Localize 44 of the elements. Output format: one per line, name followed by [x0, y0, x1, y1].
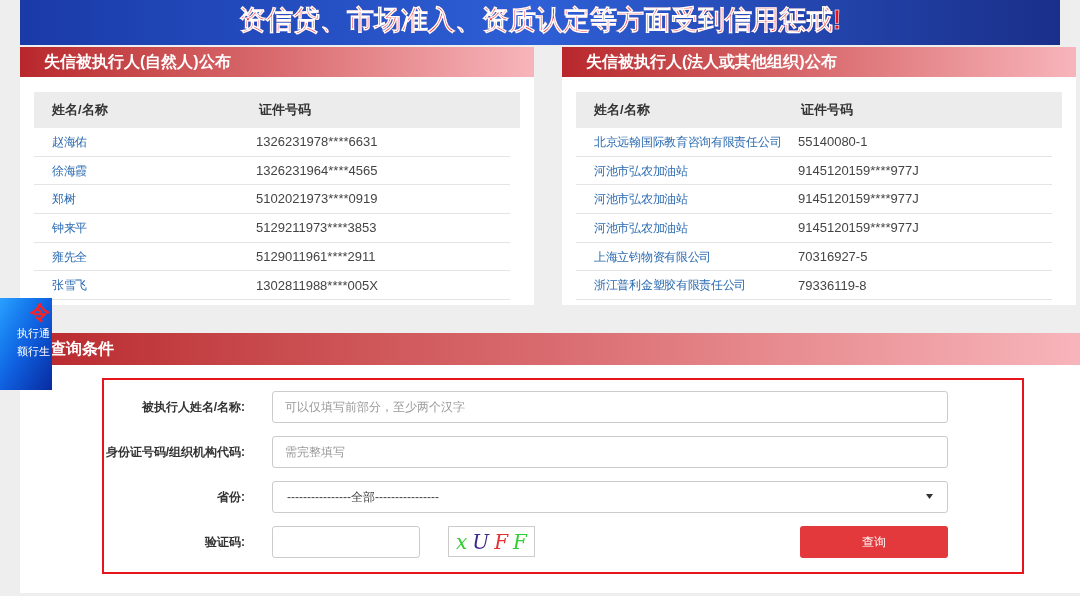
field-label: 身份证号码/组织机构代码:: [104, 443, 246, 461]
ad-text: 令: [30, 300, 50, 324]
name-link[interactable]: 河池市弘农加油站: [576, 190, 798, 209]
dropdown-arrow-icon: [926, 494, 933, 499]
name-link[interactable]: 河池市弘农加油站: [576, 161, 798, 180]
name-link[interactable]: 徐海霞: [34, 161, 256, 180]
column-header: 证件号码: [259, 101, 311, 120]
table-cell-text: 9145120159****977J: [798, 161, 919, 180]
panel-title: 失信被执行人(自然人)公布: [44, 52, 231, 72]
name-link[interactable]: 上海立钧物资有限公司: [576, 247, 798, 266]
field-label: 被执行人姓名/名称:: [140, 398, 246, 416]
name-link[interactable]: 赵海佑: [34, 132, 256, 151]
text-field[interactable]: 可以仅填写前部分，至少两个汉字: [272, 390, 948, 423]
name-link[interactable]: 北京远翰国际教育咨询有限责任公司: [576, 132, 798, 151]
column-header: 证件号码: [801, 101, 853, 120]
field-label: 省份:: [216, 488, 246, 506]
table-cell-text: 79336119-8: [798, 276, 867, 295]
table-cell-text: 5102021973****0919: [256, 190, 378, 209]
captcha-field[interactable]: [272, 525, 420, 558]
name-link[interactable]: 雍先全: [34, 247, 256, 266]
search-button[interactable]: 查询: [800, 525, 948, 558]
banner-slogan: 资信贷、市场准入、资质认定等方面受到信用惩戒!: [238, 4, 842, 37]
name-link[interactable]: 钟来平: [34, 218, 256, 237]
text-field[interactable]: 需完整填写: [272, 435, 948, 468]
table-cell-text: 1302811988****005X: [256, 276, 378, 295]
table-cell-text: 9145120159****977J: [798, 219, 919, 238]
table-cell-text: 70316927-5: [798, 247, 868, 266]
name-link[interactable]: 河池市弘农加油站: [576, 218, 798, 237]
name-link[interactable]: 浙江普利金塑胶有限责任公司: [576, 276, 798, 295]
name-link[interactable]: 张雪飞: [34, 276, 256, 295]
table-cell-text: 55140080-1: [798, 133, 868, 152]
panel-title: 失信被执行人(法人或其他组织)公布: [586, 52, 837, 72]
field-label: 验证码:: [203, 533, 246, 551]
name-link[interactable]: 郑树: [34, 190, 256, 209]
table-cell-text: 1326231964****4565: [256, 161, 378, 180]
ad-text: 执行通: [17, 326, 50, 340]
province-dropdown[interactable]: ----------------全部----------------: [272, 480, 948, 513]
column-header: 姓名/名称: [51, 101, 109, 120]
table-cell-text: 9145120159****977J: [798, 190, 919, 209]
table-cell-text: 1326231978****6631: [256, 133, 378, 152]
captcha-image: x U F F: [448, 526, 535, 557]
table-cell-text: 5129011961****2911: [256, 247, 376, 266]
column-header: 姓名/名称: [593, 101, 651, 120]
table-cell-text: 5129211973****3853: [256, 219, 377, 238]
